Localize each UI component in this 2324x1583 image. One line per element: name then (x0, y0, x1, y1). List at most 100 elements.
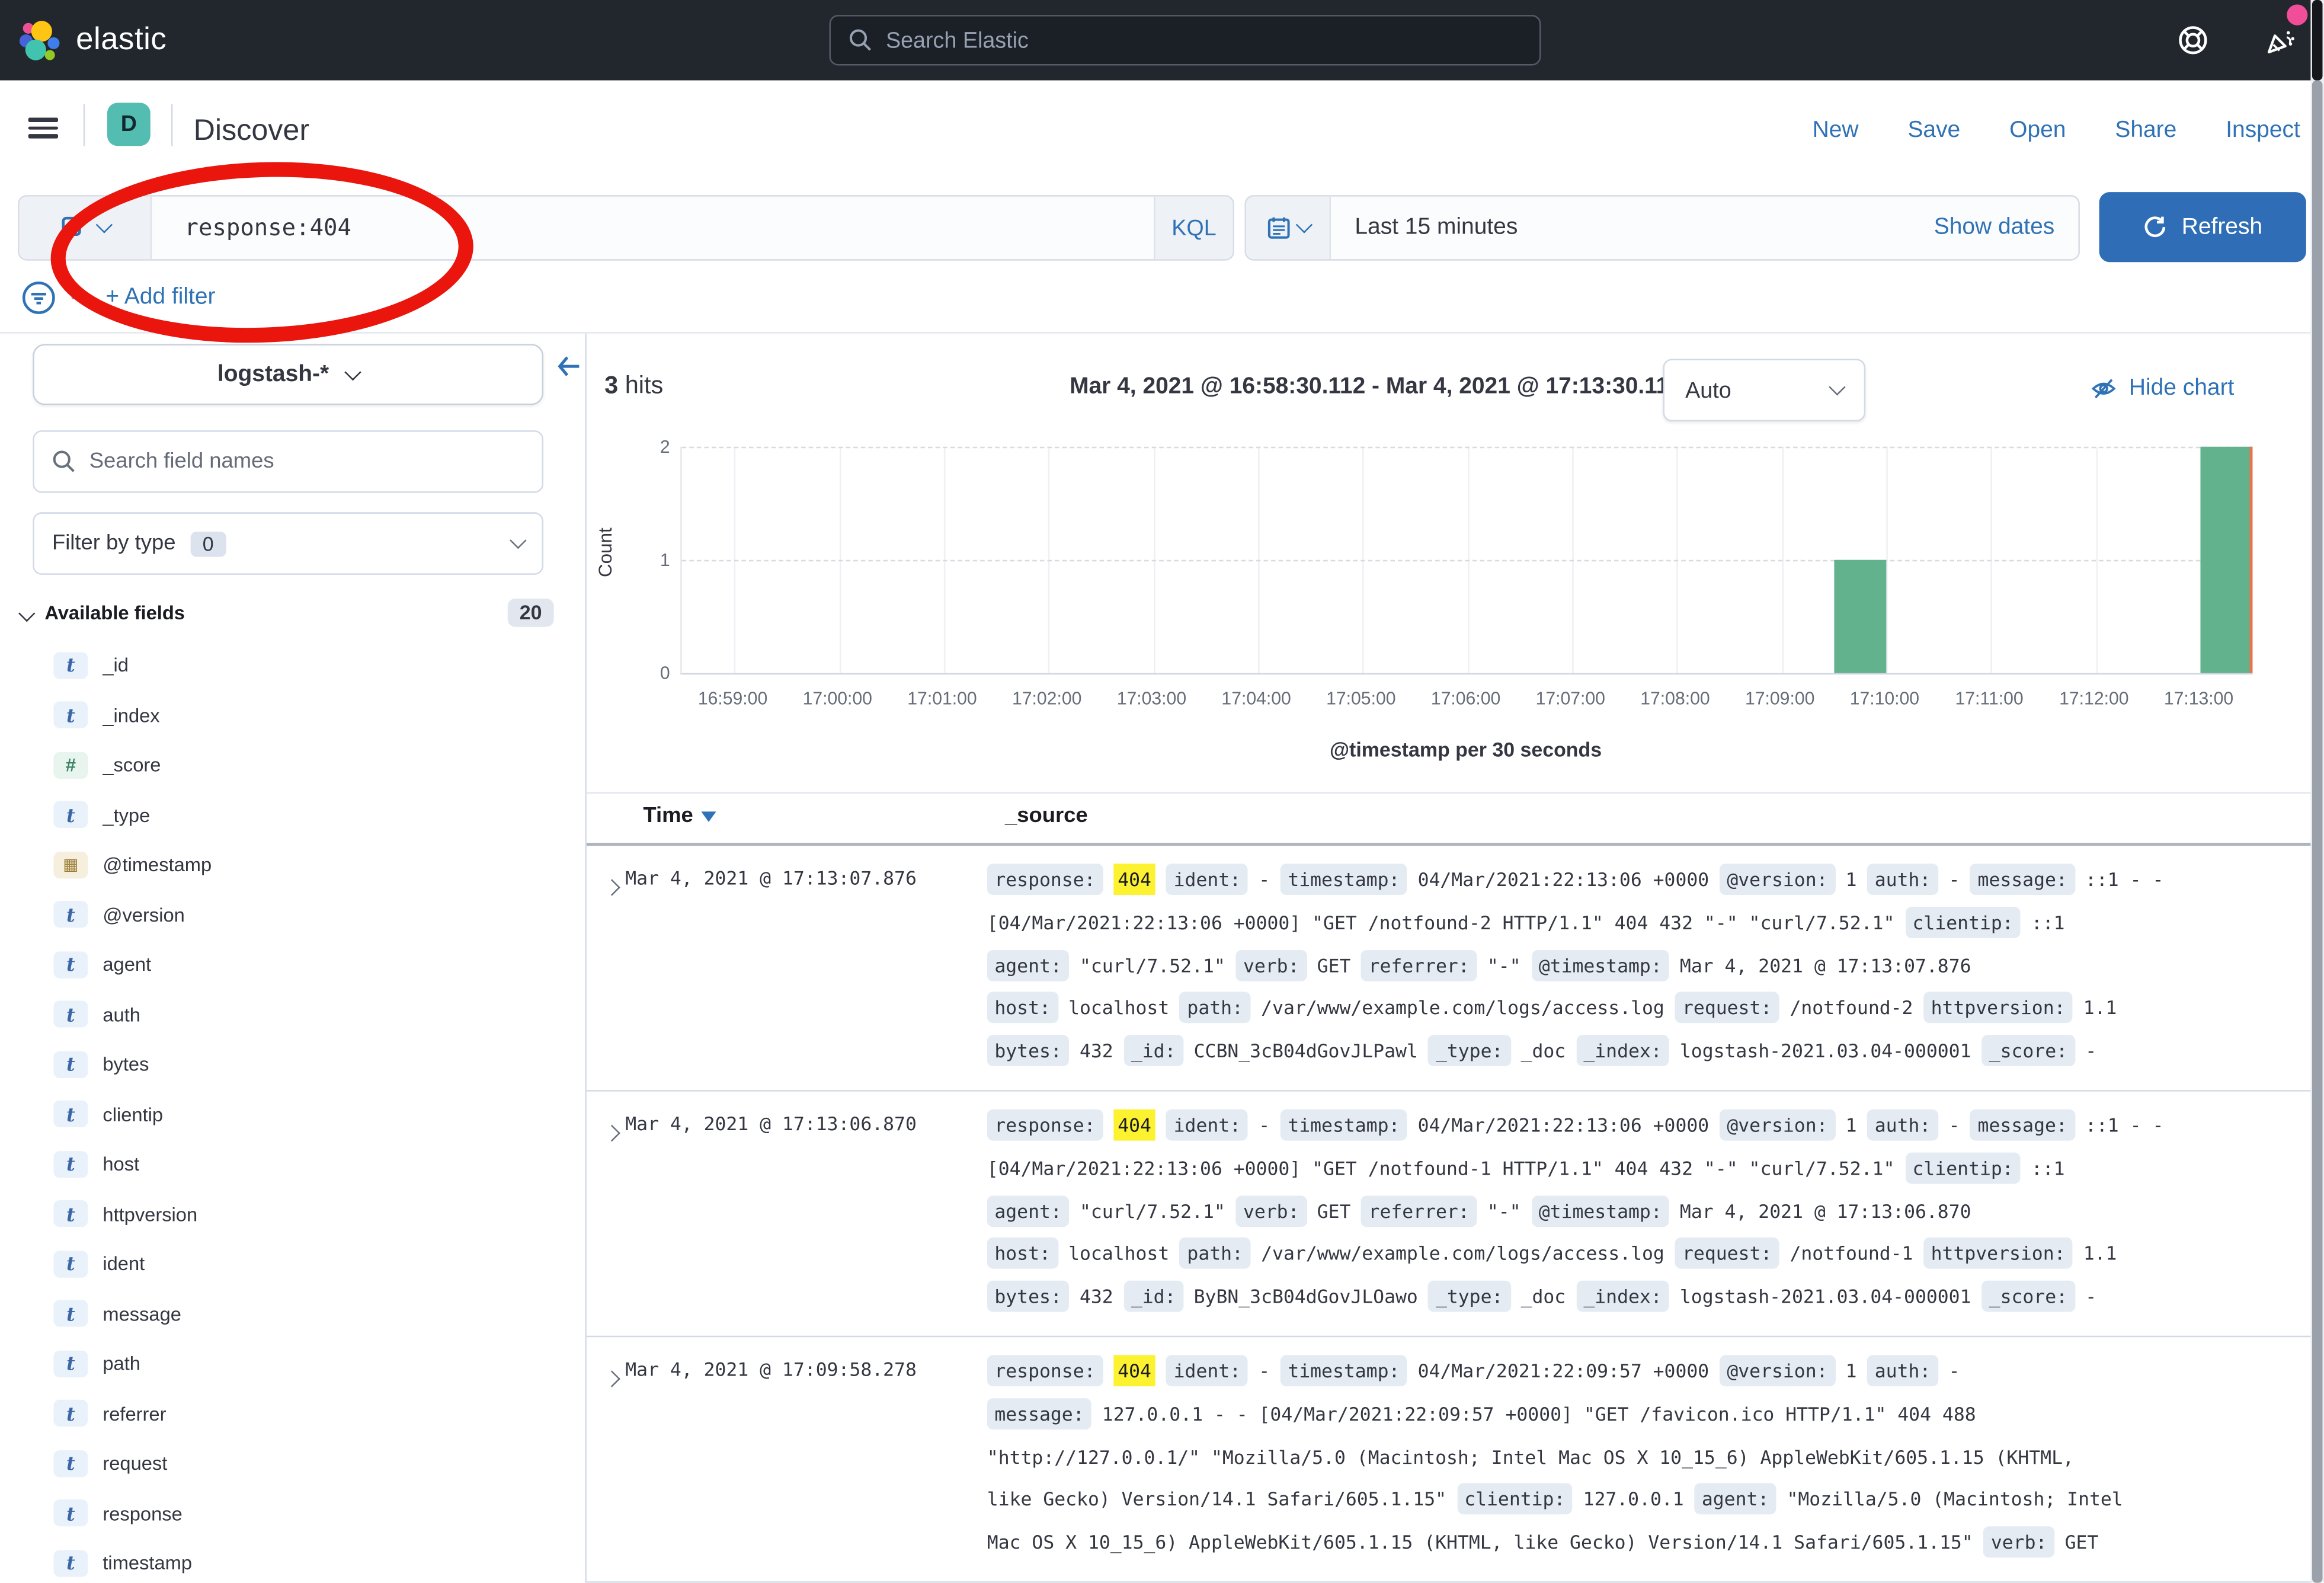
field-item-auth[interactable]: tauth (0, 990, 585, 1040)
field-search-input[interactable]: Search field names (33, 430, 543, 493)
date-picker[interactable]: Last 15 minutes Show dates (1244, 195, 2080, 261)
share-button[interactable]: Share (2115, 117, 2176, 144)
x-tick-label: 17:02:00 (995, 688, 1099, 709)
field-name: _id (103, 654, 129, 677)
search-icon (52, 450, 76, 474)
chevron-down-icon (1295, 216, 1311, 233)
new-button[interactable]: New (1813, 117, 1859, 144)
field-value: _doc (1521, 1040, 1566, 1062)
field-badge: _id: (1123, 1035, 1183, 1067)
gridline (682, 447, 2253, 449)
filter-by-type-select[interactable]: Filter by type 0 (33, 512, 543, 575)
text-field-icon: t (53, 1400, 88, 1427)
save-button[interactable]: Save (1907, 117, 1960, 144)
field-item-response[interactable]: tresponse (0, 1488, 585, 1538)
hide-chart-button[interactable]: Hide chart (2091, 375, 2235, 402)
field-badge: path: (1180, 1238, 1251, 1269)
histogram-bar[interactable] (2200, 447, 2252, 673)
document-rows: Mar 4, 2021 @ 17:13:07.876response:404id… (587, 846, 2312, 1583)
index-pattern-select[interactable]: logstash-* (33, 344, 543, 405)
interval-value: Auto (1685, 378, 1731, 403)
main-content: 3 hits Mar 4, 2021 @ 16:58:30.112 - Mar … (587, 334, 2312, 1583)
text-field-icon: t (53, 1500, 88, 1527)
field-item-_score[interactable]: #_score (0, 740, 585, 790)
x-tick-label: 17:08:00 (1623, 688, 1727, 709)
scrollbar[interactable] (2310, 0, 2324, 1583)
discover-app-badge[interactable]: D (107, 103, 151, 146)
field-item-path[interactable]: tpath (0, 1339, 585, 1389)
field-item-referrer[interactable]: treferrer (0, 1389, 585, 1438)
field-value: 432 (1080, 1040, 1113, 1062)
time-column-header[interactable]: Time (643, 804, 715, 828)
open-button[interactable]: Open (2009, 117, 2066, 144)
field-item-bytes[interactable]: tbytes (0, 1040, 585, 1089)
expand-row-icon[interactable] (587, 1105, 625, 1319)
x-tick-label: 17:09:00 (1728, 688, 1832, 709)
field-badge: agent: (1694, 1483, 1776, 1515)
query-language-button[interactable]: KQL (1154, 197, 1233, 260)
expand-row-icon[interactable] (587, 859, 625, 1074)
search-icon (849, 28, 872, 52)
expand-row-icon[interactable] (587, 1351, 625, 1565)
highlighted-value: 404 (1113, 864, 1156, 895)
elastic-logo-icon (18, 18, 62, 62)
field-name: auth (103, 1003, 140, 1026)
field-item-httpversion[interactable]: thttpversion (0, 1189, 585, 1239)
global-search-input[interactable]: Search Elastic (829, 15, 1541, 65)
field-badge: clientip: (1457, 1483, 1573, 1515)
field-name: _index (103, 704, 159, 727)
show-dates-button[interactable]: Show dates (1934, 215, 2055, 241)
y-tick-label: 1 (631, 549, 670, 570)
collapse-sidebar-icon[interactable] (554, 351, 584, 381)
field-item-@version[interactable]: t@version (0, 890, 585, 939)
menu-icon[interactable] (28, 117, 58, 138)
field-name: bytes (103, 1053, 149, 1076)
text-field-icon: t (53, 1350, 88, 1377)
field-item-message[interactable]: tmessage (0, 1289, 585, 1339)
field-item-agent[interactable]: tagent (0, 939, 585, 989)
histogram-bar[interactable] (1834, 560, 1886, 673)
field-value: "http://127.0.0.1/" "Mozilla/5.0 (Macint… (987, 1446, 2074, 1468)
time-range-value[interactable]: Last 15 minutes (1355, 215, 1518, 241)
scrollbar-thumb[interactable] (2312, 81, 2323, 1583)
field-item-@timestamp[interactable]: ▦@timestamp (0, 840, 585, 890)
field-name: message (103, 1303, 181, 1325)
date-picker-quick-menu[interactable] (1246, 197, 1331, 260)
field-value: 432 (1080, 1285, 1113, 1308)
scrollbar-thumb[interactable] (2312, 0, 2323, 81)
kibana-discover-app: elastic Search Elastic (0, 0, 2324, 1583)
field-name: _score (103, 754, 161, 776)
field-name: _type (103, 804, 150, 826)
interval-select[interactable]: Auto (1663, 359, 1865, 422)
field-item-clientip[interactable]: tclientip (0, 1089, 585, 1139)
field-name: @version (103, 903, 184, 926)
available-fields-header[interactable]: Available fields 20 (21, 599, 553, 627)
kql-query-input[interactable]: response:404 KQL (18, 195, 1234, 261)
inspect-button[interactable]: Inspect (2226, 117, 2300, 144)
elastic-logo[interactable]: elastic (18, 18, 167, 62)
table-header: Time _source (587, 794, 2312, 843)
x-axis-title: @timestamp per 30 seconds (680, 738, 2251, 761)
sort-desc-icon (700, 811, 715, 822)
saved-query-menu[interactable] (20, 197, 152, 260)
field-badge: @version: (1720, 1355, 1835, 1386)
field-item-_type[interactable]: t_type (0, 790, 585, 840)
x-tick-label: 17:07:00 (1518, 688, 1622, 709)
help-icon[interactable] (2176, 24, 2209, 56)
field-item-_id[interactable]: t_id (0, 640, 585, 690)
text-field-icon: t (53, 1450, 88, 1477)
field-badge: auth: (1867, 864, 1938, 895)
field-item-ident[interactable]: tident (0, 1239, 585, 1288)
field-item-host[interactable]: thost (0, 1139, 585, 1189)
add-filter-button[interactable]: + Add filter (105, 284, 215, 311)
field-item-_index[interactable]: t_index (0, 690, 585, 740)
whats-new-icon[interactable] (2265, 24, 2297, 56)
field-item-request[interactable]: trequest (0, 1438, 585, 1488)
filter-icon[interactable] (21, 280, 56, 315)
field-item-timestamp[interactable]: ttimestamp (0, 1538, 585, 1582)
field-badge: message: (1970, 1109, 2075, 1141)
field-value: "-" (1487, 1200, 1521, 1222)
hits-count: 3 hits (604, 372, 663, 401)
query-text[interactable]: response:404 (152, 197, 1154, 260)
refresh-button[interactable]: Refresh (2099, 192, 2306, 262)
